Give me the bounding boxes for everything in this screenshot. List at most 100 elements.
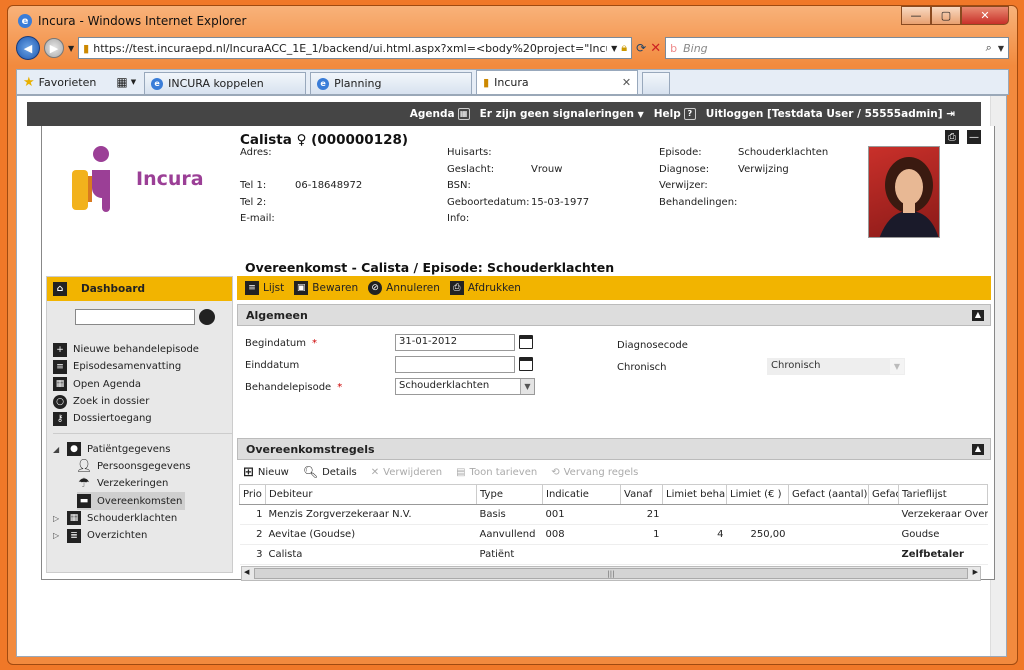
column-header[interactable]: Prio (239, 484, 266, 505)
portrait-image (879, 157, 939, 237)
logout-link[interactable]: Uitloggen [Testdata User / 55555admin] ⇥ (706, 108, 955, 120)
new-button[interactable]: ⊞ Nieuw (243, 465, 289, 480)
column-header[interactable]: Type (476, 484, 543, 505)
tree-item-overviews[interactable]: ▷ ≣ Overzichten (53, 527, 232, 544)
save-button[interactable]: ▣ Bewaren (294, 281, 358, 295)
minimize-button[interactable]: — (901, 6, 931, 25)
start-date-label: Begindatum * (245, 337, 317, 349)
column-header[interactable]: Limiet (€ ) (726, 484, 789, 505)
column-header[interactable]: Debiteur (265, 484, 477, 505)
collapse-icon[interactable]: ▲ (972, 444, 984, 455)
search-icon[interactable]: ⌕ (986, 41, 992, 55)
sidebar-item-open-agenda[interactable]: ▦ Open Agenda (53, 376, 232, 393)
column-header[interactable]: Vanaf (620, 484, 663, 505)
tab-label: Planning (334, 77, 382, 90)
refresh-icon[interactable]: ⟳ (636, 41, 646, 55)
details-button[interactable]: 🔍︎ Details (303, 465, 357, 479)
forward-button[interactable]: ▶ (44, 38, 64, 58)
column-header[interactable]: Gefact (aantal) (788, 484, 869, 505)
list-button[interactable]: ≡ Lijst (245, 281, 284, 295)
bing-icon: b (670, 41, 678, 55)
save-icon: ▣ (294, 281, 309, 295)
table-row[interactable]: 1 Menzis Zorgverzekeraar N.V. Basis 001 21 Ve… (239, 504, 988, 525)
help-link[interactable]: Help? (654, 108, 696, 120)
table-horizontal-scrollbar[interactable]: ◀ ||| ▶ (241, 566, 981, 581)
tree-item-shoulder[interactable]: ▷ ▦ Schouderklachten (53, 510, 232, 527)
address-bar-row: ◀ ▶ ▼ ▮ https://test.incuraepd.nl/Incura… (16, 35, 1009, 61)
show-rates-button[interactable]: ▤ Toon tarieven (456, 467, 537, 478)
main-panel: ≡ Lijst ▣ Bewaren ⊘ Annuleren ⎙ Afdrukken Al… (237, 276, 991, 581)
delete-button[interactable]: ✕ Verwijderen (371, 467, 442, 478)
collapse-icon[interactable]: ▲ (972, 310, 984, 321)
sidebar-search-input[interactable] (75, 309, 195, 325)
table-row[interactable]: 2 Aevitae (Goudse) Aanvullend 008 1 4 250,00 Go… (239, 524, 988, 545)
tab-incura[interactable]: ▮ Incura ✕ (476, 70, 639, 94)
url-field[interactable]: ▮ https://test.incuraepd.nl/IncuraACC_1E… (78, 37, 633, 59)
sidebar-item-dossier-access[interactable]: ⚷ Dossiertoegang (53, 410, 232, 427)
cancel-button[interactable]: ⊘ Annuleren (368, 281, 440, 295)
table-row[interactable]: 3 Calista Patiënt Zelfbetaler (239, 544, 988, 565)
info-value: Verwijzing (738, 163, 789, 175)
logo-text: Incura (136, 168, 204, 190)
print-icon[interactable]: ⎙ (945, 130, 959, 144)
folder-icon: ▬ (77, 494, 91, 509)
tree-item-personal-data[interactable]: 👤︎ Persoonsgegevens (53, 458, 232, 475)
calendar-icon[interactable] (519, 335, 533, 349)
sidebar-search (75, 309, 232, 325)
general-section-header: Algemeen ▲ (237, 304, 991, 326)
url-dropdown-icon[interactable]: ▼ (611, 44, 617, 53)
chronic-label: Chronisch (617, 361, 667, 373)
calendar-icon[interactable] (519, 357, 533, 371)
quick-tabs-icon[interactable]: ▦ ▼ (112, 70, 140, 94)
ie-tab-icon: e (317, 77, 330, 90)
back-button[interactable]: ◀ (16, 36, 40, 60)
history-dropdown-icon[interactable]: ▼ (68, 44, 74, 53)
chevron-down-icon: ▼ (520, 379, 534, 394)
expanded-arrow-icon: ◢ (53, 444, 60, 454)
column-header[interactable]: Tarieflijst (898, 484, 988, 505)
tree-item-agreements[interactable]: ▬ Overeenkomsten (77, 492, 185, 510)
scroll-left-icon[interactable]: ◀ (244, 568, 249, 576)
column-header[interactable]: Indicatie (542, 484, 621, 505)
tree-item-insurances[interactable]: ☂ Verzekeringen (53, 475, 232, 492)
favorites-button[interactable]: ★ Favorieten (23, 70, 108, 94)
incura-logo: Incura (70, 146, 205, 216)
search-dropdown-icon[interactable]: ▼ (998, 44, 1004, 53)
close-tab-icon[interactable]: ✕ (622, 76, 631, 89)
signal-link[interactable]: Er zijn geen signaleringen ▼ (480, 108, 644, 120)
scroll-right-icon[interactable]: ▶ (973, 568, 978, 576)
episode-icon: ▦ (67, 511, 81, 526)
start-date-input[interactable]: 31-01-2012 (395, 334, 515, 351)
replace-rules-button[interactable]: ⟲ Vervang regels (551, 467, 638, 478)
scroll-thumb[interactable]: ||| (254, 568, 968, 579)
info-label: Diagnose: (659, 163, 710, 175)
new-tab-button[interactable] (642, 72, 671, 94)
tree-item-patient-data[interactable]: ◢ ● Patiëntgegevens (53, 440, 232, 457)
sidebar-item-new-episode[interactable]: + Nieuwe behandelepisode (53, 341, 232, 358)
stop-icon[interactable]: ✕ (650, 41, 661, 56)
chronic-select[interactable]: Chronisch ▼ (767, 358, 905, 375)
column-header[interactable]: Gefac (868, 484, 899, 505)
ie-logo-icon: e (18, 14, 32, 28)
search-field[interactable]: b Bing ⌕ ▼ (665, 37, 1009, 59)
tab-planning[interactable]: e Planning (310, 72, 473, 94)
agenda-link[interactable]: Agenda ▦ (410, 108, 470, 120)
info-value: 06-18648972 (295, 180, 363, 191)
column-header[interactable]: Limiet behand (662, 484, 727, 505)
end-date-input[interactable] (395, 356, 515, 373)
tab-incura-koppelen[interactable]: e INCURA koppelen (144, 72, 307, 94)
print-icon: ⎙ (449, 281, 464, 295)
print-button[interactable]: ⎙ Afdrukken (449, 281, 521, 295)
sidebar-item-episode-summary[interactable]: ≡ Episodesamenvatting (53, 358, 232, 375)
dashboard-link[interactable]: ⌂ Dashboard (47, 277, 232, 301)
info-label: Behandelingen: (659, 196, 738, 208)
collapsed-arrow-icon: ▷ (53, 513, 60, 523)
search-icon[interactable] (199, 309, 215, 325)
episode-select[interactable]: Schouderklachten ▼ (395, 378, 535, 395)
sidebar-item-search-dossier[interactable]: ○ Zoek in dossier (53, 393, 232, 410)
maximize-button[interactable]: ▢ (931, 6, 961, 25)
collapse-header-icon[interactable]: — (967, 130, 981, 144)
info-label: Geslacht: (447, 163, 495, 175)
site-tab-icon: ▮ (483, 76, 490, 89)
close-window-button[interactable]: ✕ (961, 6, 1009, 25)
